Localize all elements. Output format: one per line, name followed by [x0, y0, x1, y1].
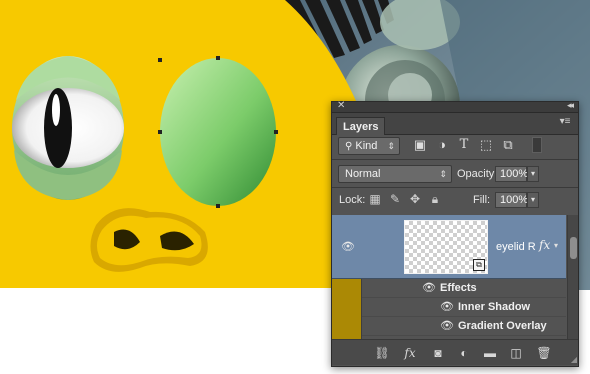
visibility-eye-icon[interactable]: 👁︎	[341, 242, 355, 253]
panel-menu-icon[interactable]: ▾≡	[558, 116, 572, 128]
delete-layer-icon[interactable]: 🗑︎	[536, 345, 552, 361]
opacity-dropdown-icon[interactable]: ▾	[527, 166, 539, 182]
collapse-icon[interactable]: ◂◂	[567, 100, 574, 111]
close-icon[interactable]: ✕	[337, 100, 345, 111]
gradient-overlay-visibility-eye-icon[interactable]: 👁︎	[440, 321, 454, 332]
scrollbar-thumb[interactable]	[570, 237, 577, 259]
left-eye	[12, 56, 124, 200]
lock-label: Lock:	[339, 194, 366, 206]
add-mask-icon[interactable]: ◙	[430, 345, 446, 361]
inner-shadow-visibility-eye-icon[interactable]: 👁︎	[440, 302, 454, 313]
shape-layer-filter-icon[interactable]: ⬚	[478, 138, 494, 152]
effect-row-gradient-overlay[interactable]: 👁︎ Gradient Overlay	[362, 317, 566, 336]
layers-panel: ✕ ◂◂ Layers ▾≡ ⚲ Kind ⇕ ▣ ◑ T ⬚ ⧉ Normal…	[331, 100, 579, 367]
chevron-updown-icon: ⇕	[387, 141, 395, 151]
filter-kind-dropdown[interactable]: ⚲ Kind ⇕	[338, 137, 400, 155]
blend-mode-dropdown[interactable]: Normal ⇕	[338, 165, 452, 183]
link-layers-icon[interactable]: ⛓︎	[374, 345, 390, 361]
layers-bottom-toolbar: ⛓︎ fx ◙ ◐ ▬ ◫ 🗑︎ ◢	[332, 339, 578, 365]
opacity-field[interactable]: 100%	[495, 166, 528, 182]
layer-name[interactable]: eyelid R	[496, 241, 536, 253]
lock-position-icon[interactable]: ✥	[408, 192, 422, 206]
panel-titlebar[interactable]: ✕ ◂◂	[332, 100, 578, 113]
fill-field[interactable]: 100%	[495, 192, 528, 208]
effect-label-gradient-overlay: Gradient Overlay	[458, 320, 547, 332]
effects-visibility-eye-icon[interactable]: 👁︎	[422, 283, 436, 294]
layers-scrollbar[interactable]	[567, 215, 578, 339]
effect-label-inner-shadow: Inner Shadow	[458, 301, 531, 313]
effects-label: Effects	[440, 282, 477, 294]
layers-list: 👁︎ ⧉ eyelid R fx ▾ 👁︎ Effects 👁︎ Inner S…	[332, 215, 578, 339]
lock-all-icon[interactable]: 🔒︎	[428, 192, 442, 206]
type-layer-filter-icon[interactable]: T	[456, 138, 472, 152]
panel-tab-bar: Layers ▾≡	[332, 113, 578, 135]
add-layer-style-icon[interactable]: fx	[402, 345, 418, 361]
effects-row[interactable]: 👁︎ Effects	[362, 279, 566, 298]
resize-grip-icon[interactable]: ◢	[571, 355, 577, 364]
chevron-down-icon[interactable]: ▾	[554, 241, 558, 250]
filter-kind-label: Kind	[355, 140, 378, 152]
tab-layers[interactable]: Layers	[336, 117, 386, 135]
layer-fx-badge[interactable]: fx	[539, 238, 550, 252]
opacity-label: Opacity:	[457, 168, 498, 180]
new-group-icon[interactable]: ▬	[482, 345, 498, 361]
new-adjustment-layer-icon[interactable]: ◐	[456, 345, 472, 361]
pixel-layer-filter-icon[interactable]: ▣	[412, 138, 428, 152]
smart-object-filter-icon[interactable]: ⧉	[500, 138, 516, 152]
effect-row-inner-shadow[interactable]: 👁︎ Inner Shadow	[362, 298, 566, 317]
blend-mode-value: Normal	[345, 168, 381, 180]
search-icon: ⚲	[345, 141, 353, 152]
layer-row-eyelid-r[interactable]: 👁︎ ⧉ eyelid R fx ▾	[332, 215, 566, 279]
new-layer-icon[interactable]: ◫	[508, 345, 524, 361]
adjustment-layer-filter-icon[interactable]: ◑	[434, 138, 450, 152]
filter-toggle-switch[interactable]	[532, 137, 542, 153]
fill-dropdown-icon[interactable]: ▾	[527, 192, 539, 208]
smart-object-badge-icon: ⧉	[473, 259, 485, 271]
lock-transparent-pixels-icon[interactable]: ▦	[368, 192, 382, 206]
lock-image-pixels-icon[interactable]: ✎	[388, 192, 402, 206]
layer-thumbnail[interactable]: ⧉	[404, 220, 488, 274]
chevron-updown-icon: ⇕	[439, 169, 447, 179]
fill-label: Fill:	[473, 194, 491, 206]
